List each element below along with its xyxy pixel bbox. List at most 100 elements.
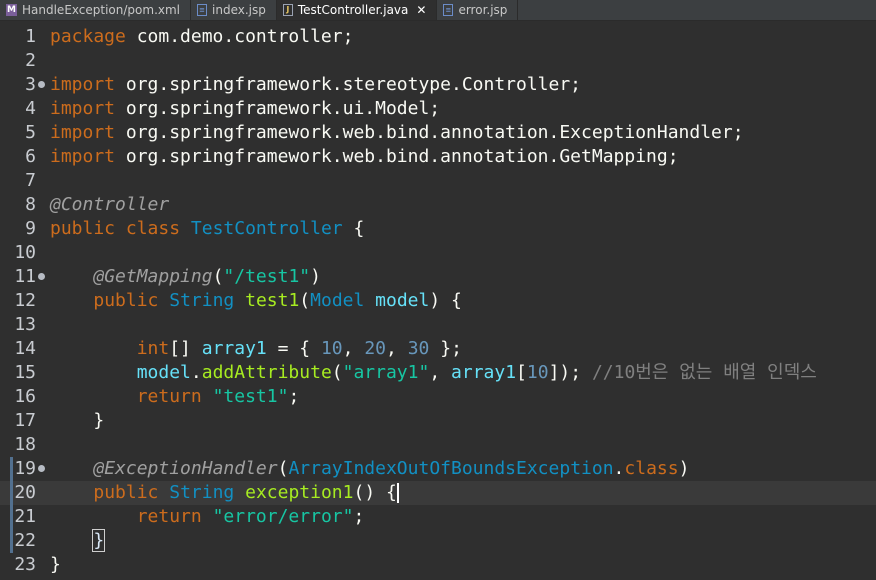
code-line[interactable]: 6 import org.springframework.web.bind.ann… xyxy=(0,145,876,169)
line-number: 11 xyxy=(14,266,36,287)
tab-error-jsp[interactable]: ≡ error.jsp xyxy=(437,0,519,20)
line-number: 16 xyxy=(14,386,36,407)
fold-toggle-icon[interactable] xyxy=(38,81,45,88)
code-token: , xyxy=(386,338,408,359)
code-text: package com.demo.controller; xyxy=(50,25,353,49)
code-token: ]); xyxy=(548,362,592,383)
line-number: 18 xyxy=(14,434,36,455)
code-token: ) xyxy=(310,266,321,287)
fold-toggle-icon[interactable] xyxy=(38,465,45,472)
code-line[interactable]: 15 model.addAttribute("array1", array1[1… xyxy=(0,361,876,385)
code-token: array1 xyxy=(451,362,517,383)
code-line[interactable]: 17 } xyxy=(0,409,876,433)
line-number: 20 xyxy=(14,482,36,503)
code-token: import xyxy=(50,74,116,95)
code-token: ( xyxy=(212,266,224,287)
code-line[interactable]: 22 } xyxy=(0,529,876,553)
maven-file-icon: M xyxy=(6,4,17,16)
change-marker xyxy=(10,457,13,553)
code-token: String xyxy=(169,482,235,503)
tab-label: TestController.java xyxy=(297,3,409,17)
code-token: public xyxy=(93,482,159,503)
code-token: 20 xyxy=(364,338,387,359)
code-token: () { xyxy=(353,482,397,503)
line-number: 21 xyxy=(14,506,36,527)
code-token: ; xyxy=(288,386,300,407)
code-line[interactable]: 3 import org.springframework.stereotype.C… xyxy=(0,73,876,97)
line-number: 22 xyxy=(14,530,36,551)
code-line[interactable]: 11 @GetMapping("/test1") xyxy=(0,265,876,289)
line-number: 19 xyxy=(14,458,36,479)
code-token: import xyxy=(50,98,116,119)
code-text: } xyxy=(50,409,104,433)
tab-pom-xml[interactable]: M HandleException/pom.xml xyxy=(0,0,192,20)
editor-tab-bar: M HandleException/pom.xml ≡ index.jsp J … xyxy=(0,0,876,21)
code-line[interactable]: 16 return "test1"; xyxy=(0,385,876,409)
code-line[interactable]: 18 xyxy=(0,433,876,457)
code-token: package xyxy=(50,26,126,47)
code-line[interactable]: 12 public String test1(Model model) { xyxy=(0,289,876,313)
code-token: org.springframework.stereotype.Controlle… xyxy=(115,74,582,95)
code-text: @Controller xyxy=(50,193,169,217)
code-token: @Controller xyxy=(50,194,170,215)
code-line[interactable]: 23} xyxy=(0,553,876,577)
code-line[interactable]: 10 xyxy=(0,241,876,265)
code-line[interactable]: 2 xyxy=(0,49,876,73)
code-line[interactable]: 14 int[] array1 = { 10, 20, 30 }; xyxy=(0,337,876,361)
code-text: return "test1"; xyxy=(50,385,300,409)
code-token: 30 xyxy=(407,338,430,359)
code-token: , xyxy=(429,362,452,383)
line-number: 5 xyxy=(25,122,36,143)
line-number: 23 xyxy=(14,554,36,575)
code-text: import org.springframework.web.bind.anno… xyxy=(50,121,744,145)
code-token: public xyxy=(93,290,159,311)
code-token: test1 xyxy=(245,290,300,311)
code-token: ) { xyxy=(429,290,462,311)
line-number: 17 xyxy=(14,410,36,431)
code-line[interactable]: 7 xyxy=(0,169,876,193)
code-text: public class TestController { xyxy=(50,217,364,241)
tab-label: HandleException/pom.xml xyxy=(22,3,181,17)
code-editor[interactable]: 1 package com.demo.controller; 2 3 import or… xyxy=(0,21,876,580)
code-token: = { xyxy=(266,338,321,359)
code-token: ) xyxy=(678,458,690,479)
code-line[interactable]: 9 public class TestController { xyxy=(0,217,876,241)
code-token: org.springframework.ui.Model; xyxy=(115,98,441,119)
code-line[interactable]: 21 return "error/error"; xyxy=(0,505,876,529)
code-text: return "error/error"; xyxy=(50,505,365,529)
code-line[interactable]: 4 import org.springframework.ui.Model; xyxy=(0,97,876,121)
code-token: "error/error" xyxy=(212,506,354,527)
code-token: int xyxy=(136,338,170,359)
code-token: @ExceptionHandler xyxy=(93,458,278,479)
code-token: "test1" xyxy=(212,386,289,407)
code-token: [ xyxy=(516,362,527,383)
code-line[interactable]: 8 @Controller xyxy=(0,193,876,217)
code-token: //10번은 없는 배열 인덱스 xyxy=(591,362,817,383)
code-token: String xyxy=(169,290,235,311)
code-text: import org.springframework.stereotype.Co… xyxy=(50,73,581,97)
code-line[interactable]: 5 import org.springframework.web.bind.ann… xyxy=(0,121,876,145)
code-line[interactable]: 13 xyxy=(0,313,876,337)
line-number: 10 xyxy=(14,242,36,263)
line-number: 4 xyxy=(25,98,36,119)
code-token: Model xyxy=(310,290,365,311)
code-token: , xyxy=(342,338,365,359)
code-line[interactable]: 20 public String exception1() { xyxy=(0,481,876,505)
code-token: } xyxy=(92,529,106,552)
line-number: 9 xyxy=(25,218,36,239)
tab-testcontroller-java[interactable]: J TestController.java ✕ xyxy=(276,0,438,20)
tab-label: error.jsp xyxy=(458,3,508,17)
code-token: model xyxy=(136,362,191,383)
close-icon[interactable]: ✕ xyxy=(416,3,426,17)
fold-toggle-icon[interactable] xyxy=(38,273,45,280)
code-line[interactable]: 19 @ExceptionHandler(ArrayIndexOutOfBoun… xyxy=(0,457,876,481)
code-token: com.demo.controller; xyxy=(125,26,354,47)
code-line[interactable]: 1 package com.demo.controller; xyxy=(0,25,876,49)
tab-index-jsp[interactable]: ≡ index.jsp xyxy=(191,0,277,20)
code-token: @GetMapping xyxy=(93,266,213,287)
